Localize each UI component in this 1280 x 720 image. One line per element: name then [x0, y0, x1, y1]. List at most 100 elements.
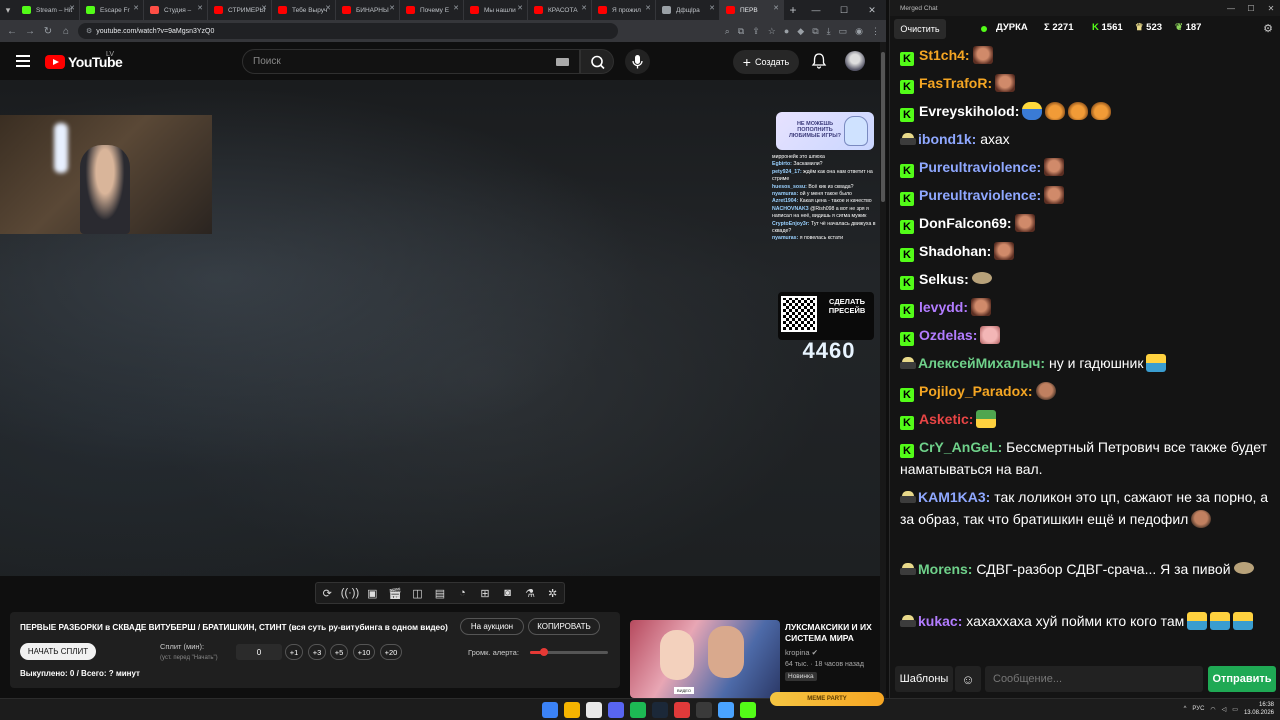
- chat-maximize-icon[interactable]: ☐: [1241, 4, 1261, 13]
- chat-username[interactable]: kukac:: [918, 613, 962, 629]
- recommended-channel[interactable]: kropina ✔: [785, 648, 818, 657]
- minimize-icon[interactable]: —: [802, 5, 830, 16]
- auction-button[interactable]: На аукцион: [460, 618, 524, 635]
- maximize-icon[interactable]: ☐: [830, 5, 858, 16]
- speed-icon[interactable]: ◔: [453, 587, 471, 599]
- split-step-button[interactable]: +1: [285, 644, 303, 660]
- add-screen-icon[interactable]: ⊞: [476, 587, 494, 600]
- browser-tab[interactable]: Почему Е ✕: [400, 0, 464, 20]
- menu-icon[interactable]: ⋮: [871, 26, 880, 37]
- taskbar-app-icon[interactable]: [652, 702, 668, 718]
- taskbar-app-icon[interactable]: [696, 702, 712, 718]
- film-icon[interactable]: ▤: [431, 587, 449, 600]
- chat-username[interactable]: АлексейМихалыч:: [918, 355, 1045, 371]
- browser-tab[interactable]: БИНАРНЫ ✕: [336, 0, 400, 20]
- tab-close-icon[interactable]: ✕: [133, 4, 139, 12]
- tray-arrow-icon[interactable]: ^: [1184, 706, 1187, 712]
- chat-username[interactable]: Pureultraviolence:: [919, 187, 1041, 203]
- chat-username[interactable]: Morens:: [918, 561, 972, 577]
- tab-close-icon[interactable]: ✕: [709, 4, 715, 12]
- chat-username[interactable]: DonFalcon69:: [919, 215, 1012, 231]
- hamburger-menu-icon[interactable]: [16, 55, 30, 67]
- taskbar-app-icon[interactable]: [586, 702, 602, 718]
- keyboard-icon[interactable]: [556, 58, 569, 66]
- bookmark-icon[interactable]: ☆: [768, 26, 776, 37]
- download-icon[interactable]: ⤓: [827, 26, 831, 37]
- url-field[interactable]: ⚙ youtube.com/watch?v=9aMgsn3YzQ0: [78, 23, 618, 39]
- video-player[interactable]: [0, 80, 880, 576]
- chat-settings-icon[interactable]: ⚙: [1263, 22, 1273, 35]
- sidebar-icon[interactable]: ▭: [839, 26, 848, 37]
- recommended-video-thumbnail[interactable]: ВИДЕО: [630, 620, 780, 698]
- split-step-button[interactable]: +20: [380, 644, 402, 660]
- battery-icon[interactable]: ▭: [1232, 706, 1238, 713]
- clear-chat-button[interactable]: Очистить: [894, 19, 946, 39]
- share-icon[interactable]: ⇪: [752, 26, 760, 37]
- extensions-icon[interactable]: ⧉: [812, 26, 818, 37]
- clock[interactable]: 16:38 13.08.2026: [1244, 701, 1274, 717]
- chat-username[interactable]: Pojiloy_Paradox:: [919, 383, 1033, 399]
- audio-icon[interactable]: ((·)): [341, 587, 359, 599]
- back-icon[interactable]: ←: [6, 26, 18, 37]
- close-window-icon[interactable]: ✕: [858, 5, 886, 16]
- chat-username[interactable]: Shadohan:: [919, 243, 991, 259]
- tab-close-icon[interactable]: ✕: [773, 4, 779, 12]
- tab-close-icon[interactable]: ✕: [69, 4, 75, 12]
- chat-username[interactable]: FasTrafoR:: [919, 75, 992, 91]
- forward-icon[interactable]: →: [24, 26, 36, 37]
- taskbar-app-icon[interactable]: [630, 702, 646, 718]
- extension-icon-2[interactable]: ◆: [797, 26, 804, 37]
- emoji-picker-icon[interactable]: ☺: [955, 666, 981, 692]
- wifi-icon[interactable]: ◠: [1210, 706, 1215, 713]
- tab-close-icon[interactable]: ✕: [325, 4, 331, 12]
- browser-tab[interactable]: ПЕРВ ✕: [720, 0, 784, 20]
- chat-username[interactable]: Evreyskiholod:: [919, 103, 1019, 119]
- tab-close-icon[interactable]: ✕: [197, 4, 203, 12]
- reload-icon[interactable]: ↻: [42, 26, 54, 37]
- taskbar-app-icon[interactable]: [718, 702, 734, 718]
- camera-icon[interactable]: ◙: [499, 587, 517, 599]
- chat-username[interactable]: Ozdelas:: [919, 327, 977, 343]
- loop-icon[interactable]: ⟳: [318, 587, 336, 600]
- voice-search-button[interactable]: [625, 49, 650, 74]
- language-indicator[interactable]: РУС: [1192, 706, 1204, 712]
- copy-button[interactable]: КОПИРОВАТЬ: [528, 618, 600, 635]
- browser-tab[interactable]: СТРИМЕРЫ ✕: [208, 0, 272, 20]
- chat-username[interactable]: CrY_AnGeL:: [919, 439, 1002, 455]
- create-button[interactable]: + Создать: [733, 50, 799, 74]
- profile-icon[interactable]: ◉: [855, 26, 863, 37]
- chat-close-icon[interactable]: ✕: [1261, 4, 1280, 13]
- browser-tab[interactable]: Я прожил ✕: [592, 0, 656, 20]
- split-step-button[interactable]: +3: [308, 644, 326, 660]
- browser-tab[interactable]: Тебе Выруч ✕: [272, 0, 336, 20]
- page-scrollbar[interactable]: [880, 42, 886, 698]
- browser-tab[interactable]: Мы нашли ✕: [464, 0, 528, 20]
- install-icon[interactable]: ⧉: [738, 26, 744, 37]
- taskbar-app-icon[interactable]: [608, 702, 624, 718]
- split-step-button[interactable]: +5: [330, 644, 348, 660]
- tab-close-icon[interactable]: ✕: [645, 4, 651, 12]
- home-icon[interactable]: ⌂: [60, 26, 72, 37]
- chat-username[interactable]: St1ch4:: [919, 47, 970, 63]
- browser-tab[interactable]: Студия – ✕: [144, 0, 208, 20]
- taskbar-app-icon[interactable]: [542, 702, 558, 718]
- site-info-icon[interactable]: ⚙: [86, 27, 92, 35]
- send-button[interactable]: Отправить: [1208, 666, 1276, 692]
- browser-tab[interactable]: Escape Fr ✕: [80, 0, 144, 20]
- tab-search-icon[interactable]: ▾: [0, 0, 16, 20]
- chat-username[interactable]: Selkus:: [919, 271, 969, 287]
- zoom-icon[interactable]: ⌕: [725, 26, 730, 37]
- tab-close-icon[interactable]: ✕: [581, 4, 587, 12]
- account-avatar[interactable]: [845, 51, 865, 71]
- templates-button[interactable]: Шаблоны: [895, 666, 953, 692]
- volume-icon[interactable]: ◁: [1222, 706, 1227, 713]
- settings-gear-icon[interactable]: ✲: [544, 587, 562, 600]
- taskbar-app-icon[interactable]: [564, 702, 580, 718]
- slider-knob[interactable]: [540, 648, 549, 656]
- search-button[interactable]: [580, 49, 614, 74]
- chat-username[interactable]: Asketic:: [919, 411, 973, 427]
- tab-close-icon[interactable]: ✕: [453, 4, 459, 12]
- split-step-button[interactable]: +10: [353, 644, 375, 660]
- recommended-video-title[interactable]: ЛУКСМАКСИКИ И ИХ СИСТЕМА МИРА: [785, 622, 881, 644]
- scrollbar-thumb[interactable]: [881, 52, 885, 202]
